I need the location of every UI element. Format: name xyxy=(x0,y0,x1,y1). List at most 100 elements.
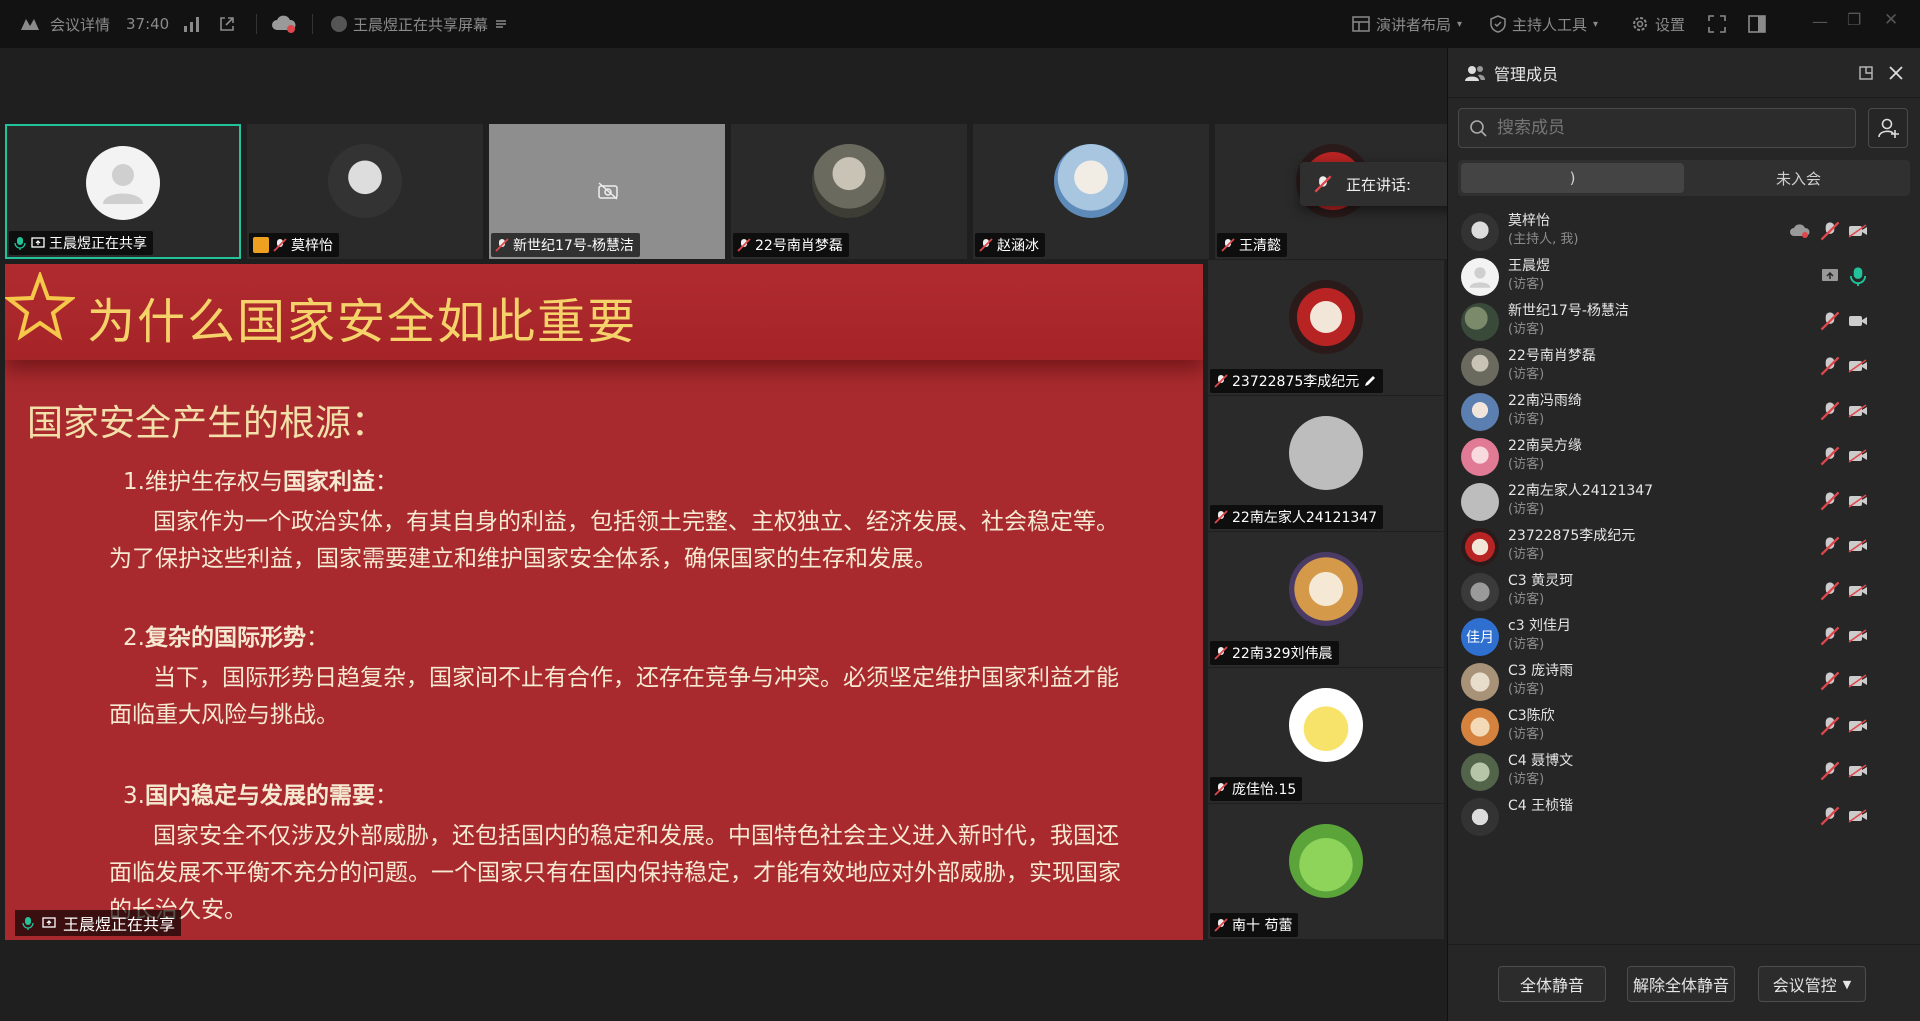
maximize-icon[interactable]: ❐ xyxy=(1847,10,1861,29)
mic-muted-icon[interactable] xyxy=(1820,581,1840,601)
participant-tile[interactable]: 新世纪17号-杨慧洁 xyxy=(489,124,725,259)
mic-muted-icon[interactable] xyxy=(1820,761,1840,781)
participant-tile[interactable]: 王晨煜正在共享 xyxy=(5,124,241,259)
camera-off-icon[interactable] xyxy=(1848,221,1868,241)
participant-tile[interactable]: 莫梓怡 xyxy=(247,124,483,259)
mic-muted-icon[interactable] xyxy=(1820,446,1840,466)
nameplate: 新世纪17号-杨慧洁 xyxy=(491,233,640,257)
avatar xyxy=(1461,707,1499,746)
pen-icon xyxy=(1365,376,1376,386)
member-role: (主持人, 我) xyxy=(1508,232,1579,247)
fullscreen-icon[interactable] xyxy=(1708,15,1726,33)
list-item[interactable]: C4 王桢锴 xyxy=(1448,789,1920,844)
participant-tile[interactable]: 22号南肖梦磊 xyxy=(731,124,967,259)
mic-muted-icon xyxy=(1314,175,1332,193)
signal-icon[interactable] xyxy=(183,15,201,33)
sharing-status[interactable]: 王晨煜正在共享屏幕 xyxy=(331,0,508,48)
shared-screen[interactable]: 为什么国家安全如此重要 国家安全产生的根源： 1.维护生存权与国家利益： 国家作… xyxy=(5,264,1203,940)
list-icon xyxy=(496,20,507,28)
default-user-icon xyxy=(103,164,143,204)
meeting-info-label: 会议详情 xyxy=(50,15,111,34)
camera-off-icon[interactable] xyxy=(1848,356,1868,376)
avatar xyxy=(1461,257,1499,296)
mic-muted-icon[interactable] xyxy=(1820,806,1840,826)
participant-tile[interactable]: 赵涵冰 xyxy=(973,124,1209,259)
member-role: (访客) xyxy=(1508,637,1545,652)
camera-off-icon[interactable] xyxy=(1848,446,1868,466)
host-tools-button[interactable]: 主持人工具 ▾ xyxy=(1490,0,1598,48)
divider xyxy=(256,14,257,34)
screen-share-icon xyxy=(1822,269,1838,281)
participant-tile[interactable]: 庞佳怡.15 xyxy=(1208,668,1444,803)
section-heading: 1.维护生存权与国家利益： xyxy=(123,464,398,501)
member-role: (访客) xyxy=(1508,367,1545,382)
side-panel-icon[interactable] xyxy=(1748,15,1766,33)
mic-muted-icon[interactable] xyxy=(1820,536,1840,556)
camera-off-icon[interactable] xyxy=(1848,671,1868,691)
presenter-layout-label: 演讲者布局 xyxy=(1376,15,1452,34)
mic-muted-icon[interactable] xyxy=(1820,716,1840,736)
camera-off-icon[interactable] xyxy=(1848,761,1868,781)
participant-tile[interactable]: 22南左家人24121347 xyxy=(1208,396,1444,531)
camera-off-icon[interactable] xyxy=(1848,806,1868,826)
external-link-icon[interactable] xyxy=(218,15,236,33)
camera-off-icon[interactable] xyxy=(1848,626,1868,646)
settings-label: 设置 xyxy=(1655,15,1686,34)
camera-off-icon[interactable] xyxy=(1848,491,1868,511)
member-name: c3 刘佳月 xyxy=(1508,618,1572,634)
member-role: (访客) xyxy=(1508,682,1545,697)
mic-muted-icon[interactable] xyxy=(1820,221,1840,241)
layout-icon xyxy=(1352,16,1370,32)
mute-all-button[interactable]: 全体静音 xyxy=(1498,966,1606,1002)
avatar xyxy=(328,144,402,218)
member-list: 莫梓怡 (主持人, 我) 王晨煜 (访客) 新世纪17号-杨慧洁 (访客) 22… xyxy=(1448,204,1920,934)
participant-tile[interactable]: 23722875李成纪元 xyxy=(1208,260,1444,395)
member-name: C3陈欣 xyxy=(1508,708,1555,724)
avatar xyxy=(1054,144,1128,218)
meeting-control-button[interactable]: 会议管控 ▼ xyxy=(1758,966,1866,1002)
camera-on-icon[interactable] xyxy=(1848,311,1868,331)
cloud-record-icon[interactable] xyxy=(271,13,297,35)
close-panel-icon[interactable] xyxy=(1888,65,1904,81)
invite-button[interactable] xyxy=(1868,108,1908,148)
shield-icon xyxy=(1490,15,1506,33)
settings-button[interactable]: 设置 xyxy=(1631,0,1685,48)
section-colon: ： xyxy=(374,783,398,809)
gear-icon xyxy=(1633,17,1647,31)
caret-down-icon: ▼ xyxy=(1842,977,1852,991)
member-name: 22南左家人24121347 xyxy=(1508,483,1654,499)
participant-tile[interactable]: 南十 苟蕾 xyxy=(1208,804,1444,939)
mic-muted-icon[interactable] xyxy=(1820,626,1840,646)
avatar: 佳月 xyxy=(1461,617,1499,656)
mic-muted-icon[interactable] xyxy=(1820,491,1840,511)
search-input[interactable] xyxy=(1497,118,1827,138)
divider xyxy=(1448,944,1920,945)
participant-tile[interactable]: 22南329刘伟晨 xyxy=(1208,532,1444,667)
close-icon[interactable]: ✕ xyxy=(1884,10,1898,30)
presenter-layout-button[interactable]: 演讲者布局 ▾ xyxy=(1352,0,1462,48)
mic-muted-icon[interactable] xyxy=(1820,356,1840,376)
mic-muted-icon[interactable] xyxy=(1820,401,1840,421)
mic-muted-icon[interactable] xyxy=(1820,671,1840,691)
unmute-all-button[interactable]: 解除全体静音 xyxy=(1627,966,1735,1002)
mic-muted-icon xyxy=(1214,646,1228,660)
tab-in-meeting[interactable]: ) xyxy=(1461,163,1684,193)
mic-muted-icon xyxy=(1214,782,1228,796)
section-paragraph: 当下，国际形势日趋复杂，国家间不止有合作，还存在竞争与冲突。必须坚定维护国家利益… xyxy=(109,665,1119,728)
participant-name: 23722875李成纪元 xyxy=(1232,374,1360,390)
pop-out-icon[interactable] xyxy=(1858,65,1874,81)
camera-off-icon[interactable] xyxy=(1848,581,1868,601)
minimize-icon[interactable]: — xyxy=(1812,12,1828,31)
mic-muted-icon xyxy=(1214,918,1228,932)
mic-muted-icon[interactable] xyxy=(1820,311,1840,331)
meeting-info-button[interactable]: 会议详情 xyxy=(20,0,110,48)
mic-on-icon[interactable] xyxy=(1848,266,1868,286)
participant-name: 庞佳怡.15 xyxy=(1232,782,1297,798)
camera-off-icon[interactable] xyxy=(1848,536,1868,556)
search-box[interactable] xyxy=(1458,108,1856,148)
camera-off-icon[interactable] xyxy=(1848,716,1868,736)
camera-off-icon[interactable] xyxy=(1848,401,1868,421)
mic-muted-icon xyxy=(979,238,993,252)
tab-not-joined[interactable]: 未入会 xyxy=(1687,160,1910,196)
cloud-record-icon xyxy=(1790,224,1810,238)
